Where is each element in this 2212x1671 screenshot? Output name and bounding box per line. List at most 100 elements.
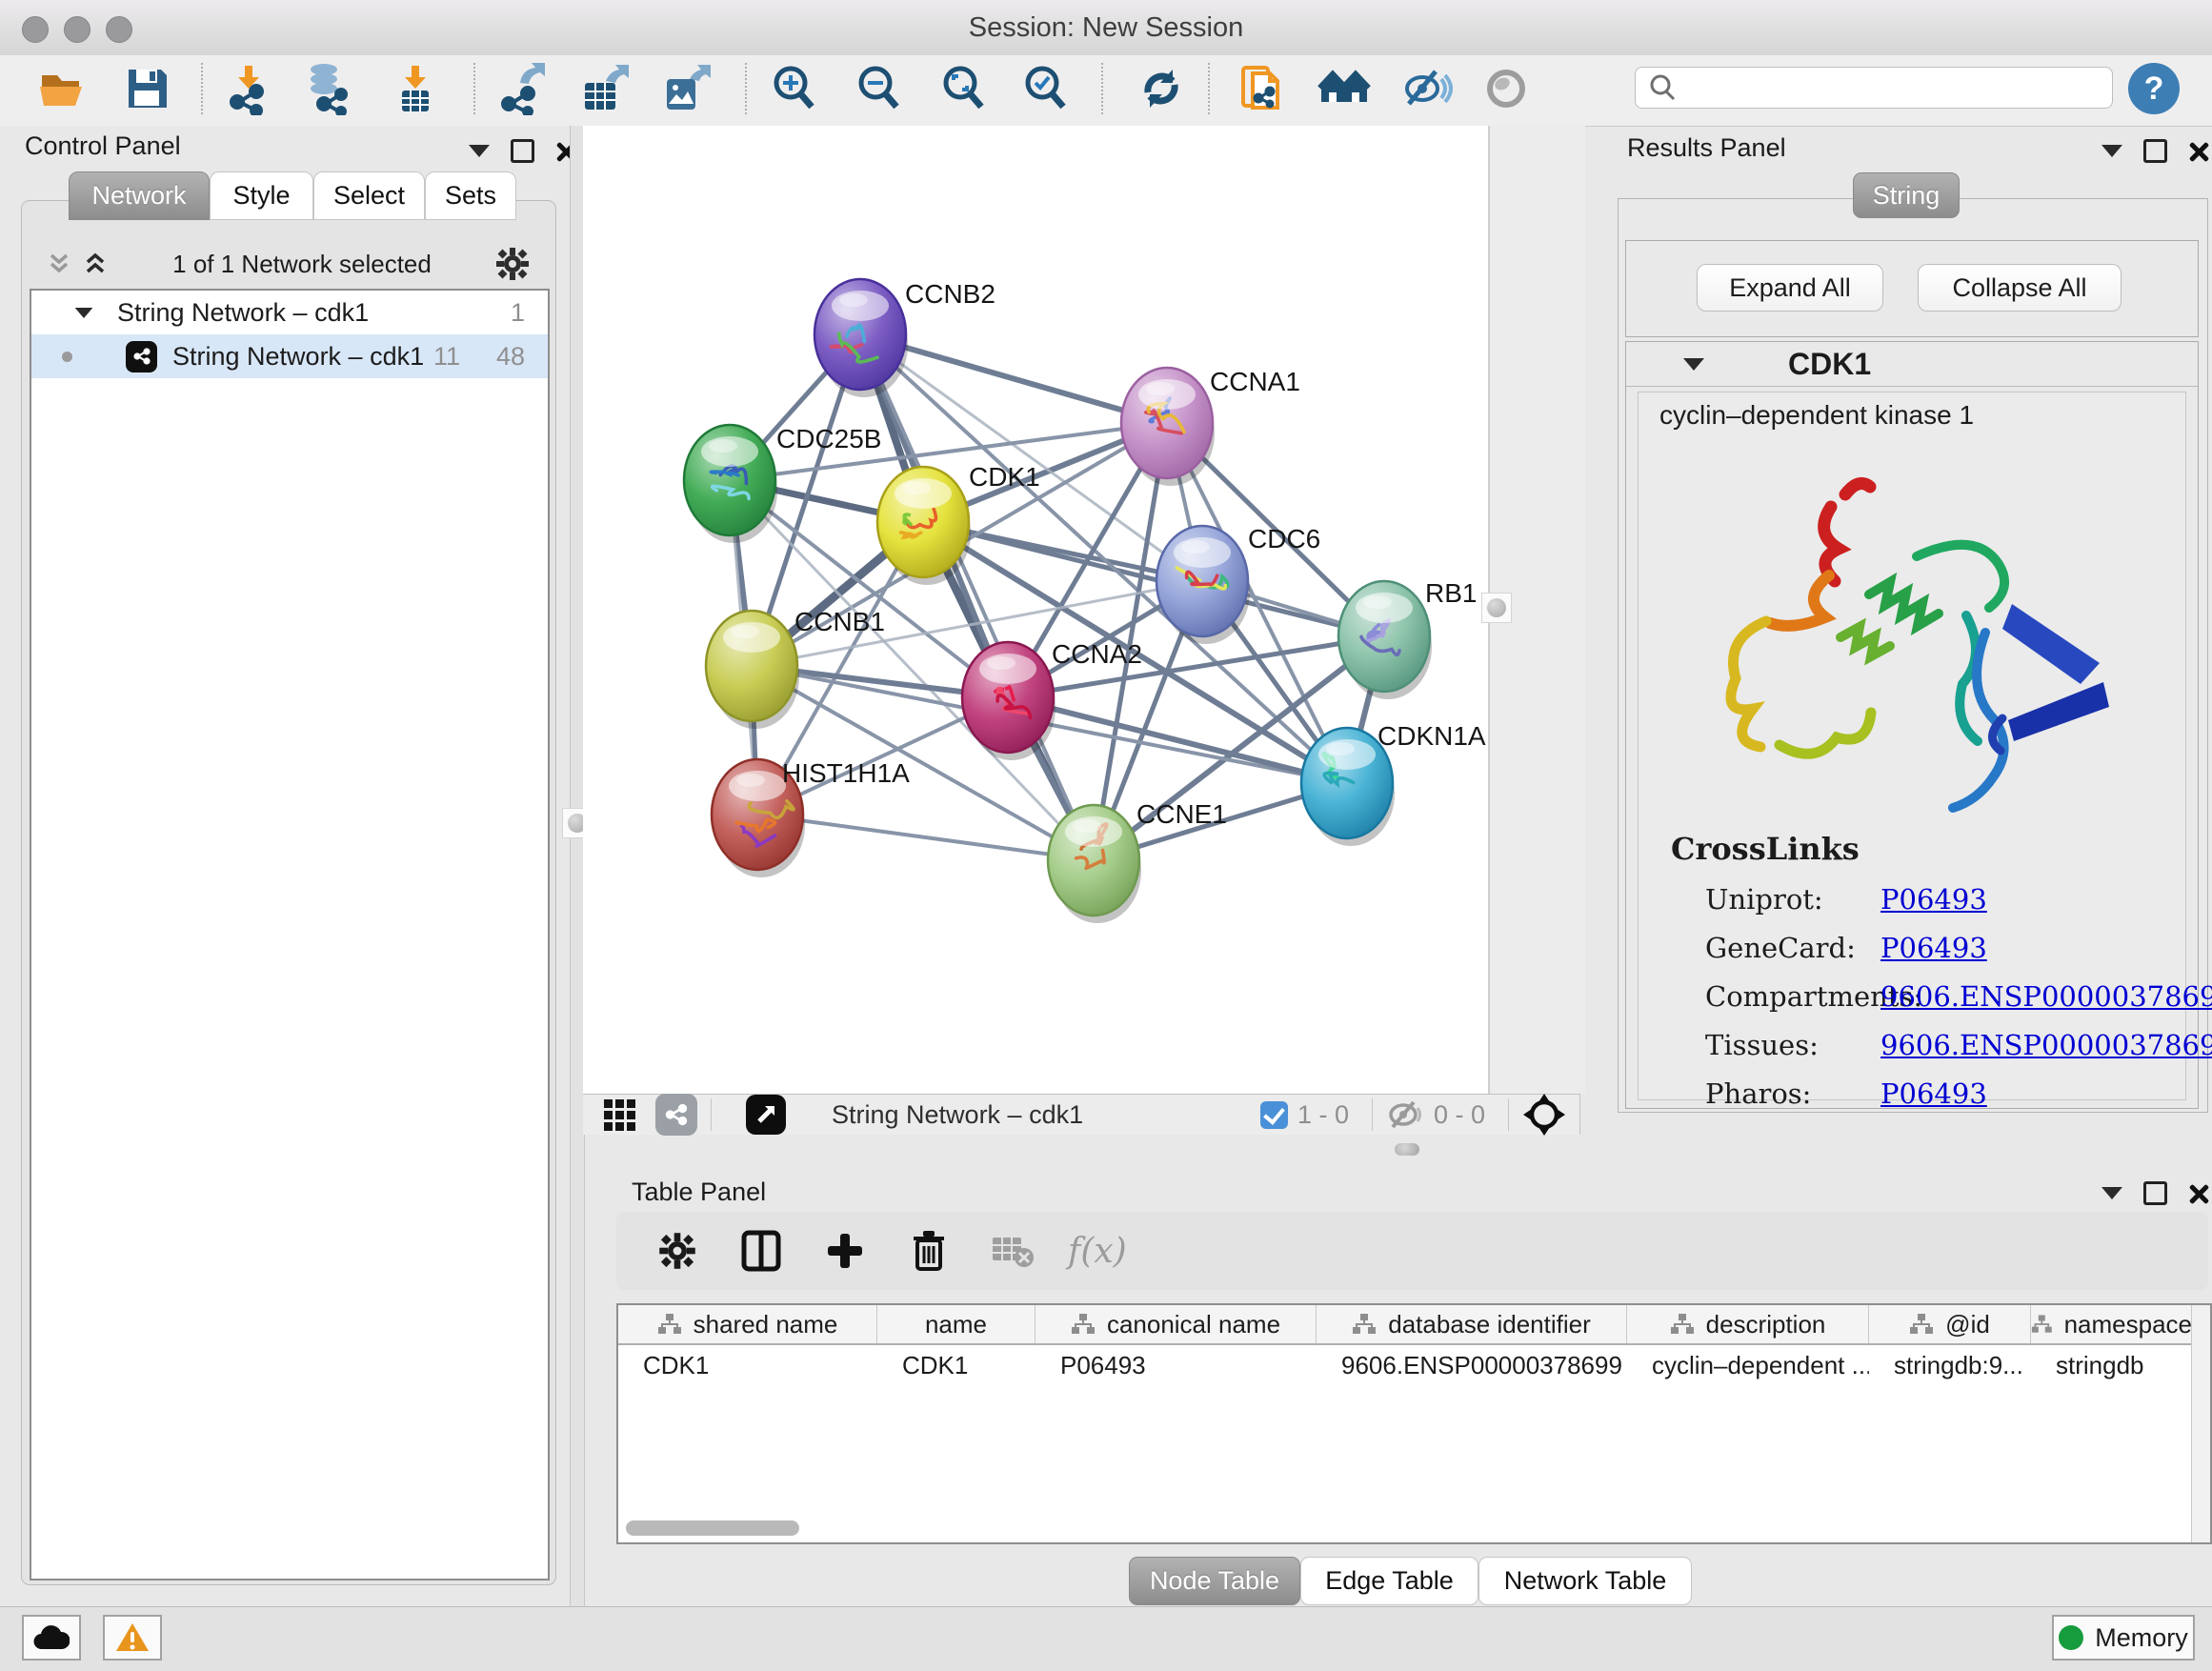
open-session-button[interactable] bbox=[35, 61, 90, 116]
refresh-icon bbox=[1135, 62, 1188, 115]
birds-eye-icon[interactable] bbox=[1522, 1093, 1566, 1137]
network-node-CDK1[interactable] bbox=[877, 467, 971, 585]
network-node-CCNB2[interactable] bbox=[814, 279, 908, 397]
tab-select[interactable]: Select bbox=[313, 171, 425, 220]
help-button[interactable]: ? bbox=[2128, 63, 2180, 114]
section-expander-icon[interactable] bbox=[1683, 358, 1704, 371]
tab-sets[interactable]: Sets bbox=[425, 171, 516, 220]
float-panel-icon[interactable] bbox=[511, 139, 534, 163]
export-table-button[interactable] bbox=[576, 61, 632, 116]
tab-edge-table[interactable]: Edge Table bbox=[1300, 1557, 1478, 1605]
create-column-button[interactable] bbox=[822, 1228, 868, 1274]
crosslink-pharos-link[interactable]: P06493 bbox=[1880, 1077, 1987, 1110]
tab-string[interactable]: String bbox=[1853, 172, 1960, 218]
search-input[interactable] bbox=[1687, 72, 2112, 104]
zoom-in-button[interactable] bbox=[767, 61, 822, 116]
cloud-button[interactable] bbox=[22, 1615, 81, 1661]
horizontal-splitter-handle[interactable] bbox=[1395, 1143, 1419, 1156]
delete-column-button[interactable] bbox=[906, 1228, 952, 1274]
collapse-all-icon[interactable] bbox=[45, 250, 73, 278]
network-node-CDC25B[interactable] bbox=[684, 425, 777, 543]
column-header-shared-name[interactable]: shared name bbox=[618, 1305, 877, 1343]
import-network-file-button[interactable] bbox=[221, 61, 276, 116]
network-node-RB1[interactable] bbox=[1338, 581, 1432, 699]
column-header-name[interactable]: name bbox=[877, 1305, 1036, 1343]
network-node-CCNA1[interactable] bbox=[1121, 368, 1215, 486]
network-canvas[interactable]: CCNB2CCNA1CDC25BCDK1CDC6RB1CCNB1CCNA2CDK… bbox=[583, 126, 1488, 1094]
column-header-namespace[interactable]: namespace bbox=[2031, 1305, 2193, 1343]
export-network-button[interactable] bbox=[494, 61, 550, 116]
close-panel-icon[interactable] bbox=[2188, 141, 2209, 162]
warning-button[interactable] bbox=[103, 1615, 162, 1661]
tab-network-table[interactable]: Network Table bbox=[1478, 1557, 1692, 1605]
table-cell[interactable]: P06493 bbox=[1036, 1345, 1317, 1385]
collection-expander-icon[interactable] bbox=[75, 307, 93, 317]
grid-view-icon[interactable] bbox=[600, 1096, 638, 1134]
table-cell[interactable]: CDK1 bbox=[877, 1345, 1036, 1385]
zoom-fit-button[interactable] bbox=[936, 61, 992, 116]
table-row[interactable]: CDK1CDK1P064939606.ENSP00000378699cyclin… bbox=[618, 1345, 2210, 1385]
collapse-panel-icon[interactable] bbox=[2101, 145, 2122, 157]
status-separator bbox=[1372, 1098, 1373, 1131]
network-node-CCNA2[interactable] bbox=[962, 642, 1056, 760]
save-session-button[interactable] bbox=[120, 61, 175, 116]
table-cell[interactable]: CDK1 bbox=[618, 1345, 877, 1385]
right-splitter-handle[interactable] bbox=[1481, 593, 1512, 623]
gene-section-header[interactable]: CDK1 bbox=[1626, 342, 2198, 387]
detach-view-button[interactable] bbox=[746, 1095, 786, 1135]
crosslink-uniprot-link[interactable]: P06493 bbox=[1880, 883, 1987, 916]
network-node-CDC6[interactable] bbox=[1156, 526, 1250, 644]
table-cell[interactable]: cyclin–dependent ... bbox=[1627, 1345, 1869, 1385]
gear-icon[interactable] bbox=[494, 246, 531, 282]
collapse-panel-icon[interactable] bbox=[2101, 1187, 2122, 1199]
eye-button[interactable] bbox=[1478, 61, 1534, 116]
network-collection-row[interactable]: String Network – cdk1 1 bbox=[31, 291, 548, 334]
crosslink-tissues-link[interactable]: 9606.ENSP00000378699 bbox=[1880, 1029, 2212, 1061]
float-panel-icon[interactable] bbox=[2143, 139, 2167, 163]
collection-count: 1 bbox=[511, 298, 525, 328]
zoom-selected-button[interactable] bbox=[1018, 61, 1074, 116]
column-header--id[interactable]: @id bbox=[1869, 1305, 2031, 1343]
horizontal-scrollbar[interactable] bbox=[626, 1520, 799, 1536]
import-table-button[interactable] bbox=[388, 61, 443, 116]
network-node-CCNB1[interactable] bbox=[706, 611, 799, 729]
selected-nodes-checkbox[interactable] bbox=[1260, 1101, 1288, 1129]
zoom-out-button[interactable] bbox=[852, 61, 907, 116]
node-label-CCNB1: CCNB1 bbox=[794, 607, 885, 636]
collapse-all-button[interactable]: Collapse All bbox=[1918, 264, 2122, 312]
hide-glasses-button[interactable] bbox=[1398, 61, 1454, 116]
table-cell[interactable]: 9606.ENSP00000378699 bbox=[1317, 1345, 1627, 1385]
column-header-database-identifier[interactable]: database identifier bbox=[1317, 1305, 1627, 1343]
network-share-icon[interactable] bbox=[655, 1094, 697, 1136]
tab-style[interactable]: Style bbox=[210, 171, 313, 220]
table-cell[interactable]: stringdb bbox=[2031, 1345, 2193, 1385]
network-row-selected[interactable]: String Network – cdk1 11 48 bbox=[31, 334, 548, 378]
import-network-database-button[interactable] bbox=[300, 61, 355, 116]
table-settings-button[interactable] bbox=[654, 1228, 700, 1274]
memory-button[interactable]: Memory bbox=[2052, 1615, 2195, 1661]
search-box[interactable] bbox=[1635, 67, 2113, 109]
crosslink-compartments-link[interactable]: 9606.ENSP00000378699 bbox=[1880, 980, 2212, 1013]
show-columns-button[interactable] bbox=[738, 1228, 784, 1274]
tab-network[interactable]: Network bbox=[69, 171, 210, 220]
expand-all-button[interactable]: Expand All bbox=[1697, 264, 1883, 312]
string-document-button[interactable] bbox=[1235, 61, 1290, 116]
column-header-canonical-name[interactable]: canonical name bbox=[1036, 1305, 1317, 1343]
selection-count: 1 - 0 bbox=[1297, 1100, 1349, 1130]
vertical-scrollbar[interactable] bbox=[2191, 1305, 2210, 1542]
expand-all-icon[interactable] bbox=[81, 250, 110, 278]
float-panel-icon[interactable] bbox=[2143, 1181, 2167, 1205]
network-node-CCNE1[interactable] bbox=[1048, 805, 1141, 923]
crosslink-genecard-link[interactable]: P06493 bbox=[1880, 932, 1987, 964]
network-edge[interactable] bbox=[757, 815, 1094, 860]
status-separator bbox=[711, 1098, 712, 1131]
apply-layout-button[interactable] bbox=[1134, 61, 1189, 116]
close-panel-icon[interactable] bbox=[2188, 1183, 2209, 1204]
export-image-button[interactable] bbox=[658, 61, 714, 116]
hidden-eye-icon[interactable] bbox=[1386, 1098, 1424, 1131]
collapse-panel-icon[interactable] bbox=[469, 145, 490, 157]
table-cell[interactable]: stringdb:9... bbox=[1869, 1345, 2031, 1385]
homes-button[interactable] bbox=[1317, 61, 1372, 116]
tab-node-table[interactable]: Node Table bbox=[1129, 1557, 1300, 1605]
column-header-description[interactable]: description bbox=[1627, 1305, 1869, 1343]
